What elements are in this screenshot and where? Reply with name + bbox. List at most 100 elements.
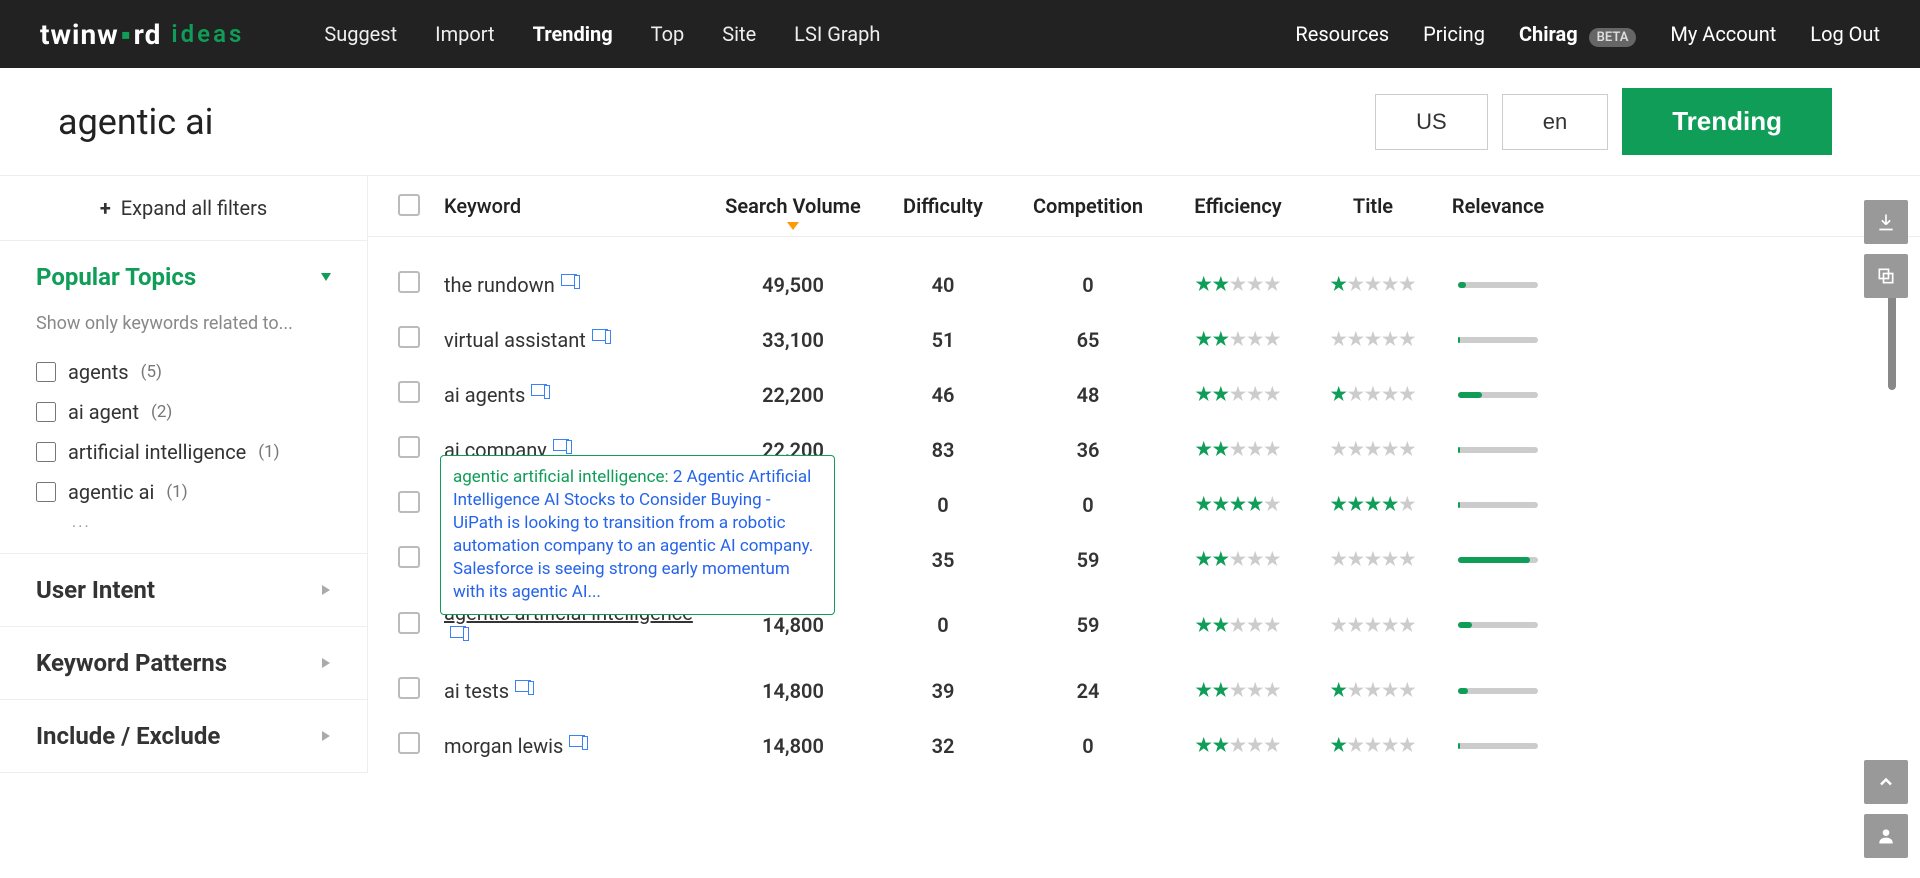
difficulty-cell: 40: [878, 273, 1008, 297]
topic-item[interactable]: ai agent (2): [36, 392, 331, 432]
col-search-volume[interactable]: Search Volume: [708, 194, 878, 230]
topic-item[interactable]: agents (5): [36, 352, 331, 392]
competition-cell: 48: [1008, 383, 1168, 407]
brand-logo[interactable]: twinw▪rd ideas: [40, 18, 244, 51]
chevron-right-icon: [322, 585, 330, 595]
star-rating: ★★★★★: [1168, 439, 1308, 460]
competition-cell: 0: [1008, 734, 1168, 758]
difficulty-cell: 39: [878, 679, 1008, 703]
competition-cell: 65: [1008, 328, 1168, 352]
keyword-cell[interactable]: morgan lewis: [438, 734, 708, 758]
topic-checkbox[interactable]: [36, 482, 56, 502]
select-all-checkbox[interactable]: [398, 194, 420, 216]
search-query[interactable]: agentic ai: [58, 101, 1375, 143]
filter-keyword-patterns[interactable]: Keyword Patterns: [0, 627, 367, 699]
volume-cell: 14,800: [708, 613, 878, 637]
difficulty-cell: 46: [878, 383, 1008, 407]
star-rating: ★★★★★: [1308, 329, 1438, 350]
copy-button[interactable]: [1864, 254, 1908, 298]
topic-checkbox[interactable]: [36, 402, 56, 422]
nav-user[interactable]: Chirag BETA: [1519, 22, 1636, 46]
star-rating: ★★★★★: [1168, 735, 1308, 756]
relevance-bar: [1458, 392, 1538, 398]
row-checkbox[interactable]: [398, 546, 420, 568]
chevron-down-icon: [321, 273, 331, 281]
expand-all-filters[interactable]: + Expand all filters: [0, 176, 367, 241]
news-icon[interactable]: [592, 329, 608, 341]
volume-cell: 33,100: [708, 328, 878, 352]
nav-account[interactable]: My Account: [1670, 22, 1776, 46]
row-checkbox[interactable]: [398, 381, 420, 403]
col-difficulty[interactable]: Difficulty: [878, 194, 1008, 218]
relevance-bar: [1458, 743, 1538, 749]
search-button[interactable]: Trending: [1622, 88, 1832, 155]
relevance-bar: [1458, 557, 1538, 563]
keyword-tooltip: agentic artificial intelligence: 2 Agent…: [440, 455, 835, 615]
profile-button[interactable]: [1864, 814, 1908, 858]
table-row: ai agents22,2004648★★★★★★★★★★: [368, 367, 1920, 422]
topic-checkbox[interactable]: [36, 442, 56, 462]
download-button[interactable]: [1864, 200, 1908, 244]
nav-logout[interactable]: Log Out: [1810, 22, 1880, 46]
star-rating: ★★★★★: [1168, 494, 1308, 515]
row-checkbox[interactable]: [398, 677, 420, 699]
col-efficiency[interactable]: Efficiency: [1168, 194, 1308, 218]
col-keyword[interactable]: Keyword: [438, 194, 708, 218]
filter-popular-topics[interactable]: Popular Topics: [0, 241, 367, 313]
table-row: morgan lewis14,800320★★★★★★★★★★: [368, 718, 1920, 773]
nav-import[interactable]: Import: [435, 22, 494, 46]
topic-item[interactable]: artificial intelligence (1): [36, 432, 331, 472]
region-dropdown[interactable]: US: [1375, 94, 1488, 150]
nav-suggest[interactable]: Suggest: [324, 22, 397, 46]
nav-trending[interactable]: Trending: [533, 22, 613, 46]
volume-cell: 14,800: [708, 679, 878, 703]
news-icon[interactable]: [569, 735, 585, 747]
star-rating: ★★★★★: [1308, 274, 1438, 295]
news-icon[interactable]: [553, 439, 569, 451]
logo-dot-icon: ▪: [121, 18, 132, 51]
topic-count: (5): [141, 362, 162, 382]
row-checkbox[interactable]: [398, 271, 420, 293]
popular-hint: Show only keywords related to...: [36, 313, 331, 334]
nav-resources[interactable]: Resources: [1295, 22, 1389, 46]
keyword-cell[interactable]: the rundown: [438, 273, 708, 297]
news-icon[interactable]: [561, 274, 577, 286]
col-title[interactable]: Title: [1308, 194, 1438, 218]
nav-site[interactable]: Site: [722, 22, 756, 46]
filter-user-intent[interactable]: User Intent: [0, 554, 367, 626]
row-checkbox[interactable]: [398, 326, 420, 348]
more-topics[interactable]: ...: [36, 512, 331, 531]
keyword-cell[interactable]: ai agents: [438, 383, 708, 407]
news-icon[interactable]: [531, 384, 547, 396]
topic-item[interactable]: agentic ai (1): [36, 472, 331, 512]
chevron-up-icon: [1876, 772, 1896, 792]
scroll-top-button[interactable]: [1864, 760, 1908, 804]
nav-top[interactable]: Top: [651, 22, 685, 46]
row-checkbox[interactable]: [398, 612, 420, 634]
nav-pricing[interactable]: Pricing: [1423, 22, 1485, 46]
row-checkbox[interactable]: [398, 491, 420, 513]
topic-label: artificial intelligence: [68, 440, 246, 464]
row-checkbox[interactable]: [398, 732, 420, 754]
col-competition[interactable]: Competition: [1008, 194, 1168, 218]
star-rating: ★★★★★: [1308, 494, 1438, 515]
language-dropdown[interactable]: en: [1502, 94, 1608, 150]
news-icon[interactable]: [515, 680, 531, 692]
filter-include-exclude[interactable]: Include / Exclude: [0, 700, 367, 772]
star-rating: ★★★★★: [1308, 549, 1438, 570]
col-relevance[interactable]: Relevance: [1438, 194, 1558, 218]
competition-cell: 0: [1008, 493, 1168, 517]
keyword-cell[interactable]: virtual assistant: [438, 328, 708, 352]
competition-cell: 0: [1008, 273, 1168, 297]
topic-count: (1): [258, 442, 279, 462]
star-rating: ★★★★★: [1308, 735, 1438, 756]
relevance-bar: [1458, 688, 1538, 694]
news-icon[interactable]: [450, 626, 466, 638]
row-checkbox[interactable]: [398, 436, 420, 458]
star-rating: ★★★★★: [1308, 384, 1438, 405]
topic-count: (1): [166, 482, 187, 502]
nav-lsi-graph[interactable]: LSI Graph: [794, 22, 880, 46]
keyword-cell[interactable]: ai tests: [438, 679, 708, 703]
topic-checkbox[interactable]: [36, 362, 56, 382]
relevance-bar: [1458, 622, 1538, 628]
